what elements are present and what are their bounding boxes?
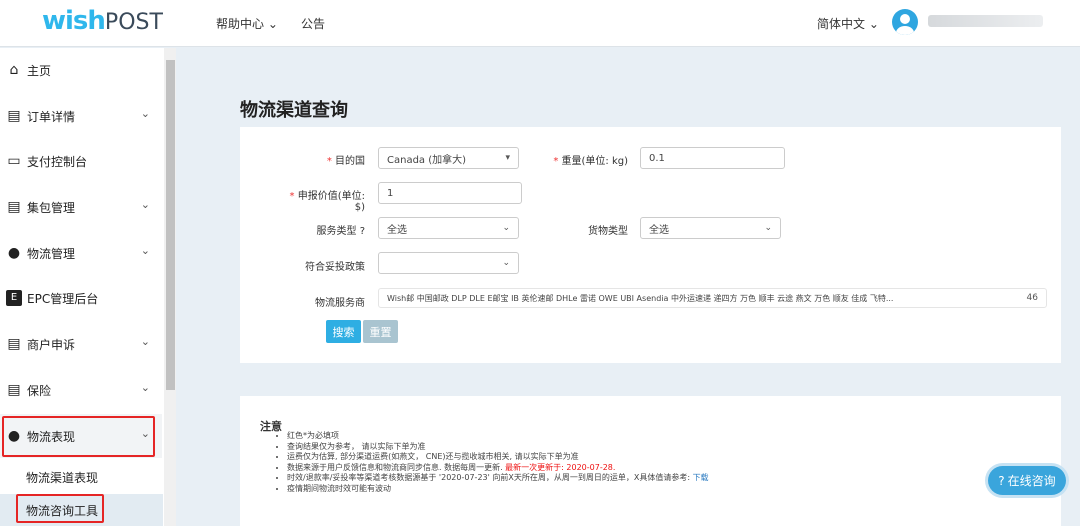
language-selector[interactable]: 简体中文 ⌄	[817, 15, 879, 32]
providers-select[interactable]: Wish邮 中国邮政 DLP DLE E邮宝 IB 英伦速邮 DHLe 雷诺 O…	[378, 288, 1047, 308]
notice-item: 疫情期间物流时效可能有波动	[287, 484, 709, 495]
e-icon: E	[6, 290, 22, 306]
service-type-label: 服务类型 ?	[316, 226, 366, 237]
notice-item: 运费仅为估算, 部分渠道运费(如燕文， CNE)还与揽收城市相关, 请以实际下单…	[287, 452, 709, 463]
notice-panel: 注意 红色*为必填项 查询结果仅为参考， 请以实际下单为准 运费仅为估算, 部分…	[240, 396, 1061, 526]
weight-label: * 重量(单位: kg)	[553, 156, 628, 167]
clipboard-icon: ▤	[7, 199, 21, 215]
policy-label: 符合妥投政策	[305, 262, 365, 273]
notice-item: 红色*为必填项	[287, 431, 709, 442]
sidebar-item-orders[interactable]: ▤ 订单详情 ⌄	[0, 94, 162, 138]
sidebar-item-epc[interactable]: E EPC管理后台	[0, 276, 162, 320]
username-blurred	[928, 15, 1043, 27]
wishpost-logo[interactable]: wishPOST	[42, 6, 163, 36]
chat-icon: ?	[998, 473, 1005, 488]
caret-down-icon: ▾	[505, 153, 510, 163]
highlight-box	[16, 494, 104, 523]
help-icon[interactable]: ?	[360, 226, 365, 237]
sidebar-item-payment[interactable]: ▭ 支付控制台	[0, 139, 162, 183]
sidebar-item-appeals[interactable]: ▤ 商户申诉 ⌄	[0, 322, 162, 366]
page-title: 物流渠道查询	[240, 100, 348, 121]
goods-type-select[interactable]: 全选 ⌄	[640, 217, 781, 239]
weight-input[interactable]: 0.1	[640, 147, 785, 169]
chevron-down-icon: ⌄	[140, 244, 150, 257]
card-icon: ▭	[7, 153, 21, 169]
chevron-down-icon: ⌄	[140, 198, 150, 211]
chevron-down-icon: ⌄	[502, 258, 510, 268]
destination-select[interactable]: Canada (加拿大) ▾	[378, 147, 519, 169]
top-header: wishPOST 帮助中心 ⌄ 公告 简体中文 ⌄	[0, 0, 1080, 47]
online-chat-button[interactable]: ? 在线咨询	[988, 466, 1066, 495]
notice-item: 查询结果仅为参考， 请以实际下单为准	[287, 442, 709, 453]
chevron-down-icon: ⌄	[764, 223, 772, 233]
sidebar-item-bundle[interactable]: ▤ 集包管理 ⌄	[0, 185, 162, 229]
clipboard-icon: ▤	[7, 336, 21, 352]
sidebar-item-insurance[interactable]: ▤ 保险 ⌄	[0, 368, 162, 412]
clipboard-icon: ▤	[7, 382, 21, 398]
highlight-box	[2, 416, 155, 457]
reset-button[interactable]: 重置	[363, 320, 398, 343]
nav-announcements[interactable]: 公告	[301, 15, 325, 32]
clipboard-icon: ▤	[7, 108, 21, 124]
nav-help-center[interactable]: 帮助中心 ⌄	[216, 15, 278, 32]
home-icon: ⌂	[9, 62, 19, 78]
declared-value-input[interactable]: 1	[378, 182, 522, 204]
declared-value-label: * 申报价值(单位: $)	[289, 191, 365, 213]
goods-type-label: 货物类型	[588, 226, 628, 237]
scrollbar-thumb[interactable]	[166, 60, 175, 390]
notice-item: 时效/退款率/妥投率等渠道考核数据源基于 '2020-07-23' 向前X天所在…	[287, 473, 709, 484]
search-button[interactable]: 搜索	[326, 320, 361, 343]
chevron-down-icon: ⌄	[140, 381, 150, 394]
policy-select[interactable]: ⌄	[378, 252, 519, 274]
download-link[interactable]: 下载	[693, 473, 709, 482]
chevron-down-icon: ⌄	[502, 223, 510, 233]
providers-count: 46	[1026, 293, 1038, 303]
service-type-select[interactable]: 全选 ⌄	[378, 217, 519, 239]
chevron-down-icon: ⌄	[140, 107, 150, 120]
sidebar-item-logistics[interactable]: ● 物流管理 ⌄	[0, 231, 162, 275]
user-avatar[interactable]	[892, 9, 918, 35]
sidebar-subitem-channel-performance[interactable]: 物流渠道表现	[26, 469, 98, 486]
notice-item: 数据来源于用户反馈信息和物流商同步信息. 数据每周一更新. 最新一次更新于: 2…	[287, 463, 709, 474]
providers-label: 物流服务商	[315, 298, 365, 309]
sidebar-item-home[interactable]: ⌂ 主页	[0, 48, 162, 92]
globe-icon: ●	[7, 245, 21, 261]
destination-label: * 目的国	[326, 156, 365, 167]
chevron-down-icon: ⌄	[140, 335, 150, 348]
notice-list: 红色*为必填项 查询结果仅为参考， 请以实际下单为准 运费仅为估算, 部分渠道运…	[287, 431, 709, 494]
